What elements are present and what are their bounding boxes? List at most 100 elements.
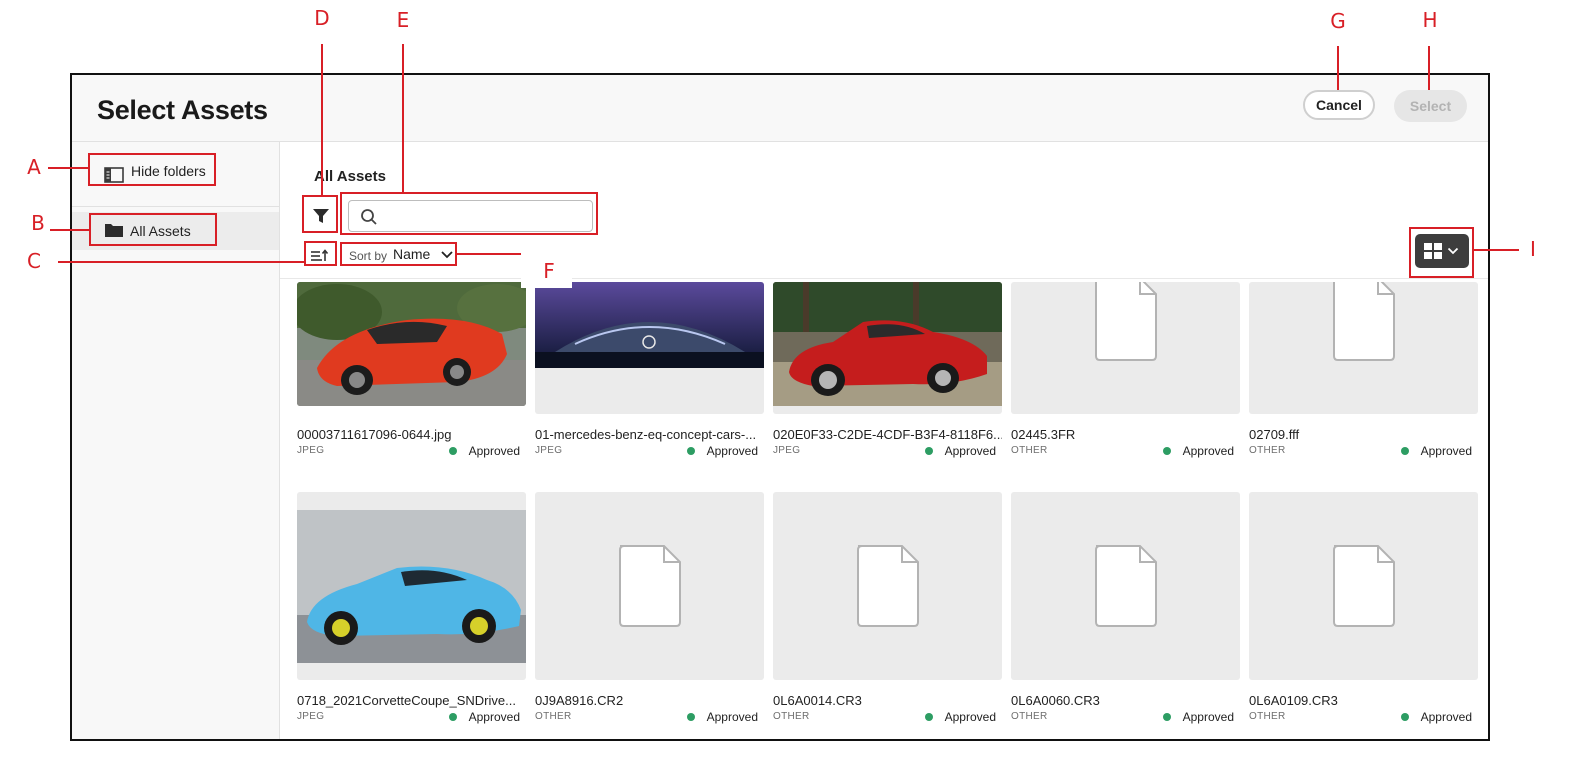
callout-label-c: C [27, 249, 41, 273]
callout-label-d: D [314, 6, 330, 30]
callout-label-i: I [1530, 237, 1536, 261]
status-dot [687, 713, 695, 721]
callout-line-b [50, 229, 89, 231]
blue-corvette-photo [297, 510, 526, 663]
asset-thumbnail [1011, 282, 1240, 414]
asset-name: 01-mercedes-benz-eq-concept-cars-... [535, 427, 757, 442]
dialog-header: Select Assets Cancel Select [72, 75, 1488, 142]
callout-line-h [1428, 46, 1430, 90]
select-button[interactable]: Select [1394, 90, 1467, 122]
asset-card[interactable]: 0L6A0060.CR3 OTHER Approved [1011, 492, 1240, 724]
status-badge: Approved [944, 444, 996, 458]
status-badge: Approved [468, 710, 520, 724]
callout-box-c [304, 241, 337, 266]
status-badge: Approved [944, 710, 996, 724]
asset-card[interactable]: 02445.3FR OTHER Approved [1011, 282, 1240, 482]
callout-box-f [340, 242, 457, 266]
asset-card[interactable]: 00003711617096-0644.jpg JPEG Approved [297, 282, 526, 482]
asset-thumbnail [297, 492, 526, 680]
callout-label-g: G [1330, 9, 1346, 33]
asset-type: OTHER [1011, 711, 1048, 722]
toolbar-divider [280, 278, 1488, 279]
callout-box-a [88, 153, 216, 186]
select-assets-dialog: Select Assets Cancel Select Hide folders [70, 73, 1490, 741]
callout-box-e [340, 192, 598, 235]
file-icon [1333, 282, 1395, 361]
callout-label-e: E [396, 8, 410, 32]
file-icon [1095, 545, 1157, 627]
asset-name: 0L6A0109.CR3 [1249, 693, 1338, 708]
asset-name: 02709.fff [1249, 427, 1300, 442]
asset-card[interactable]: 020E0F33-C2DE-4CDF-B3F4-8118F6... JPEG A… [773, 282, 1002, 482]
asset-type: JPEG [773, 445, 801, 456]
asset-name: 0L6A0014.CR3 [773, 693, 862, 708]
status-badge: Approved [1420, 444, 1472, 458]
callout-line-g [1337, 46, 1339, 90]
callout-box-d [302, 195, 338, 233]
asset-type: JPEG [297, 445, 325, 456]
callout-line-f [457, 253, 521, 255]
status-dot [1401, 713, 1409, 721]
status-dot [925, 447, 933, 455]
file-icon [1333, 545, 1395, 627]
asset-name: 0718_2021CorvetteCoupe_SNDrive... [297, 693, 516, 708]
callout-label-a: A [27, 155, 41, 179]
red-corvette-photo [297, 282, 526, 406]
callout-label-f: F [543, 259, 555, 283]
asset-card[interactable]: 0718_2021CorvetteCoupe_SNDrive... JPEG A… [297, 492, 526, 724]
asset-name: 0L6A0060.CR3 [1011, 693, 1100, 708]
callout-label-b: B [31, 211, 45, 235]
asset-thumbnail [535, 492, 764, 680]
status-dot [1163, 713, 1171, 721]
status-badge: Approved [706, 710, 758, 724]
mercedes-concept-photo [535, 282, 764, 368]
red-ferrari-photo [773, 282, 1002, 406]
asset-name: 020E0F33-C2DE-4CDF-B3F4-8118F6... [773, 427, 1002, 442]
callout-line-i [1474, 249, 1519, 251]
status-badge: Approved [1420, 710, 1472, 724]
asset-card[interactable]: 01-mercedes-benz-eq-concept-cars-... JPE… [535, 282, 764, 482]
status-badge: Approved [706, 444, 758, 458]
status-dot [449, 713, 457, 721]
callout-line-d [321, 44, 323, 196]
sidebar-divider [72, 206, 279, 207]
callout-line-a [48, 167, 88, 169]
page-title: All Assets [314, 168, 386, 185]
callout-box-b [89, 213, 217, 246]
asset-name: 00003711617096-0644.jpg [297, 427, 452, 442]
file-icon [619, 545, 681, 627]
status-dot [449, 447, 457, 455]
callout-label-h: H [1422, 8, 1438, 32]
asset-name: 02445.3FR [1011, 427, 1076, 442]
asset-type: OTHER [1249, 445, 1286, 456]
asset-thumbnail [1011, 492, 1240, 680]
asset-card[interactable]: 02709.fff OTHER Approved [1249, 282, 1478, 482]
callout-box-i [1409, 227, 1474, 278]
status-badge: Approved [1182, 444, 1234, 458]
status-badge: Approved [468, 444, 520, 458]
asset-card[interactable]: 0J9A8916.CR2 OTHER Approved [535, 492, 764, 724]
status-dot [687, 447, 695, 455]
asset-thumbnail [773, 282, 1002, 414]
asset-card[interactable]: 0L6A0109.CR3 OTHER Approved [1249, 492, 1478, 724]
callout-line-c [58, 261, 304, 263]
asset-thumbnail [1249, 492, 1478, 680]
asset-type: OTHER [773, 711, 810, 722]
asset-name: 0J9A8916.CR2 [535, 693, 624, 708]
asset-type: JPEG [535, 445, 563, 456]
asset-card[interactable]: 0L6A0014.CR3 OTHER Approved [773, 492, 1002, 724]
asset-thumbnail [1249, 282, 1478, 414]
file-icon [857, 545, 919, 627]
asset-type: OTHER [535, 711, 572, 722]
cancel-button[interactable]: Cancel [1303, 90, 1375, 120]
asset-type: OTHER [1011, 445, 1048, 456]
asset-type: JPEG [297, 711, 325, 722]
callout-line-e [402, 44, 404, 193]
file-icon [1095, 282, 1157, 361]
status-dot [1401, 447, 1409, 455]
asset-type: OTHER [1249, 711, 1286, 722]
asset-thumbnail [535, 282, 764, 414]
asset-thumbnail [297, 282, 526, 406]
status-dot [925, 713, 933, 721]
asset-thumbnail [773, 492, 1002, 680]
